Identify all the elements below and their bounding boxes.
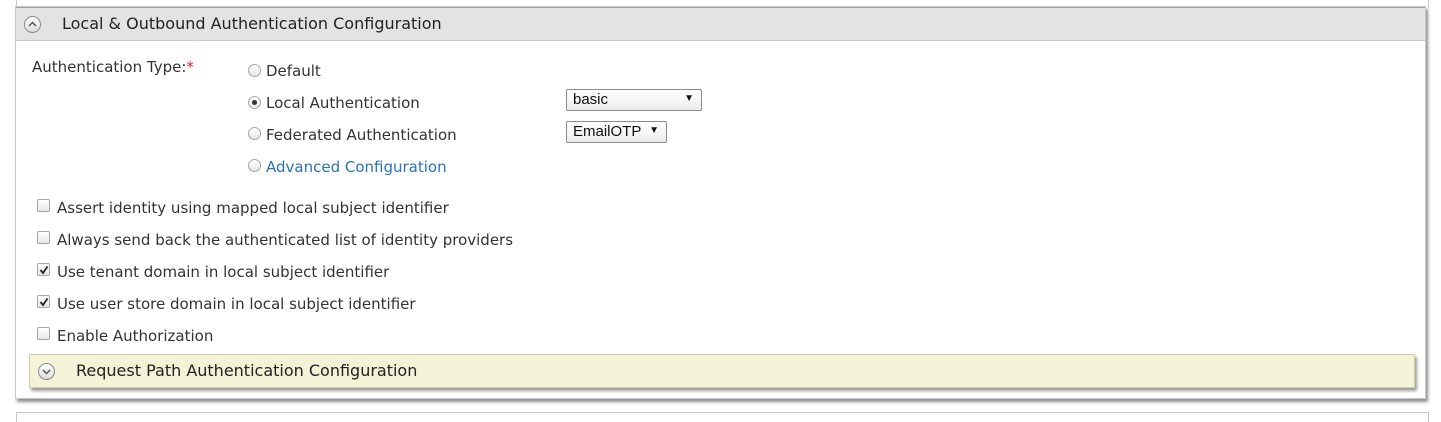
federated-authenticator-select[interactable]: EmailOTP ▼ <box>566 121 667 143</box>
auth-type-label-text: Authentication Type: <box>32 58 187 76</box>
checkbox-enable-authorization-label[interactable]: Enable Authorization <box>57 327 213 345</box>
dropdown-caret-icon: ▼ <box>684 93 694 104</box>
section-title: Local & Outbound Authentication Configur… <box>62 14 442 33</box>
checkbox-tenant-domain-label[interactable]: Use tenant domain in local subject ident… <box>57 263 389 281</box>
radio-federated-authentication-label[interactable]: Federated Authentication <box>266 126 457 144</box>
radio-selected-dot <box>252 100 257 105</box>
section-header[interactable]: Local & Outbound Authentication Configur… <box>16 7 1425 41</box>
checkmark-icon <box>39 297 49 307</box>
request-path-title: Request Path Authentication Configuratio… <box>76 361 418 380</box>
chevron-down-icon[interactable] <box>38 363 55 380</box>
dropdown-caret-icon: ▼ <box>649 125 659 136</box>
local-authenticator-value: basic <box>573 91 609 108</box>
checkbox-assert-identity-label[interactable]: Assert identity using mapped local subje… <box>57 199 449 217</box>
radio-local-authentication-label[interactable]: Local Authentication <box>266 94 420 112</box>
radio-default-label[interactable]: Default <box>266 62 321 80</box>
radio-default[interactable] <box>248 64 261 77</box>
radio-federated-authentication[interactable] <box>248 127 261 140</box>
advanced-configuration-link[interactable]: Advanced Configuration <box>266 158 447 176</box>
local-outbound-auth-panel: Local & Outbound Authentication Configur… <box>15 6 1426 399</box>
checkbox-userstore-domain[interactable] <box>37 295 50 308</box>
request-path-auth-panel[interactable]: Request Path Authentication Configuratio… <box>29 354 1415 388</box>
next-panel-edge <box>16 412 1429 422</box>
local-authenticator-select[interactable]: basic ▼ <box>566 89 702 111</box>
radio-local-authentication[interactable] <box>248 96 261 109</box>
checkbox-userstore-domain-label[interactable]: Use user store domain in local subject i… <box>57 295 416 313</box>
chevron-up-icon[interactable] <box>24 16 41 33</box>
checkmark-icon <box>39 265 49 275</box>
checkbox-send-back-idp-list[interactable] <box>37 231 50 244</box>
federated-authenticator-value: EmailOTP <box>573 123 642 140</box>
checkbox-tenant-domain[interactable] <box>37 263 50 276</box>
checkbox-assert-identity[interactable] <box>37 199 50 212</box>
required-mark: * <box>186 58 194 76</box>
checkbox-send-back-idp-list-label[interactable]: Always send back the authenticated list … <box>57 231 513 249</box>
radio-advanced-configuration[interactable] <box>248 159 261 172</box>
auth-type-label: Authentication Type:* <box>32 58 194 76</box>
checkbox-enable-authorization[interactable] <box>37 327 50 340</box>
